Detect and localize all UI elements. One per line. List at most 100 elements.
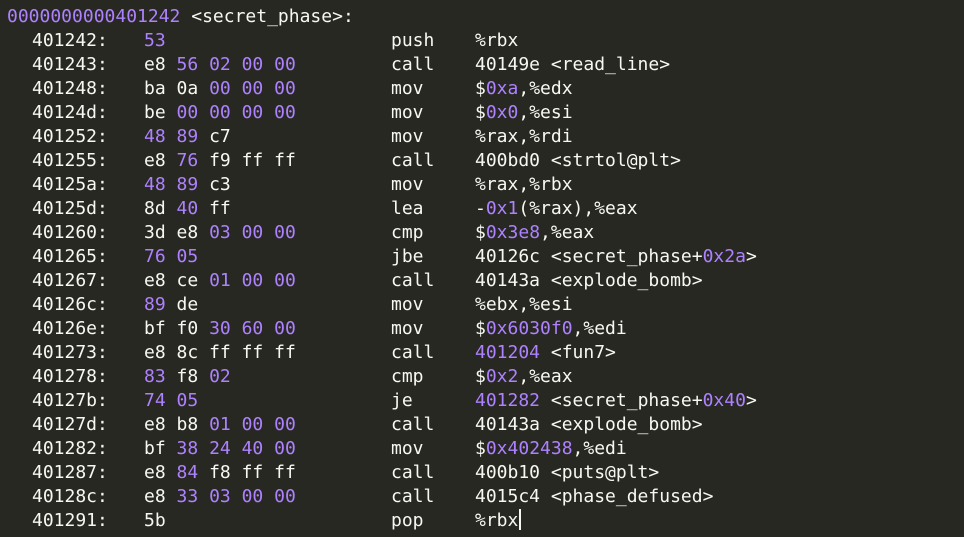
instruction-bytes: 53 (144, 29, 400, 53)
instruction-address: 401273: (32, 342, 108, 363)
instruction-row[interactable]: 40127b: 74 05 je 401282 <secret_phase+0x40> (0, 389, 964, 413)
byte: 48 (144, 174, 166, 195)
instruction-operands: 400bd0 <strtol@plt> (475, 149, 681, 173)
instruction-row[interactable]: 40125d: 8d 40 ff lea -0x1(%rax),%eax (0, 197, 964, 221)
instruction-row[interactable]: 401287: e8 84 f8 ff ff call 400b10 <puts@pl… (0, 461, 964, 485)
instruction-operands: $0x3e8,%eax (475, 221, 594, 245)
instruction-address: 401278: (32, 366, 108, 387)
byte: ff (274, 462, 296, 483)
operand-token: 400bd0 <strtol@plt> (475, 150, 681, 171)
byte: 76 (176, 150, 199, 171)
byte: e8 (176, 222, 199, 243)
instruction-operands: $0xa,%edx (475, 77, 573, 101)
instruction-row[interactable]: 401265: 76 05 jbe 40126c <secret_phase+0x2a… (0, 245, 964, 269)
byte: f8 (176, 366, 199, 387)
instruction-row[interactable]: 401267: e8 ce 01 00 00 call 40143a <explode… (0, 269, 964, 293)
instruction-row[interactable]: 401252: 48 89 c7 mov %rax,%rdi (0, 125, 964, 149)
byte: f0 (176, 318, 199, 339)
byte: 00 (241, 102, 264, 123)
instruction-row[interactable]: 401273: e8 8c ff ff ff call 401204 <fun7> (0, 341, 964, 365)
byte: ba (144, 78, 166, 99)
instruction-operands: $0x6030f0,%edi (475, 317, 627, 341)
instruction-mnemonic: call (391, 270, 435, 291)
byte: 00 (274, 270, 296, 291)
function-address: 0000000000401242 (7, 6, 181, 27)
instruction-row[interactable]: 401242: 53 push %rbx (0, 29, 964, 53)
instruction-bytes: 48 89 c3 (144, 173, 400, 197)
instruction-row[interactable]: 40126c: 89 de mov %ebx,%esi (0, 293, 964, 317)
instruction-bytes: ba 0a 00 00 00 (144, 77, 400, 101)
operand-token: 0xa (485, 78, 519, 99)
byte: 03 (209, 222, 231, 243)
byte: 00 (274, 102, 296, 123)
byte: 53 (144, 30, 166, 51)
instruction-bytes: e8 56 02 00 00 (144, 53, 400, 77)
operand-token: ,%edx (518, 78, 573, 99)
operand-token: (%rax),%eax (518, 198, 638, 219)
instruction-row[interactable]: 401248: ba 0a 00 00 00 mov $0xa,%edx (0, 77, 964, 101)
instruction-row[interactable]: 40127d: e8 b8 01 00 00 call 40143a <explode… (0, 413, 964, 437)
function-header: 0000000000401242 <secret_phase>: (0, 5, 964, 29)
instruction-mnemonic: mov (391, 174, 424, 195)
operand-token: ,%esi (518, 102, 573, 123)
instruction-bytes: bf 38 24 40 00 (144, 437, 400, 461)
instruction-row[interactable]: 40125a: 48 89 c3 mov %rax,%rbx (0, 173, 964, 197)
instruction-mnemonic: lea (391, 198, 424, 219)
byte: e8 (144, 270, 166, 291)
instruction-row[interactable]: 401278: 83 f8 02 cmp $0x2,%eax (0, 365, 964, 389)
byte: 38 (176, 438, 199, 459)
instruction-address: 401265: (32, 246, 108, 267)
operand-token: 0x3e8 (485, 222, 541, 243)
byte: ff (241, 462, 264, 483)
instruction-row[interactable]: 40128c: e8 33 03 00 00 call 4015c4 <phase_d… (0, 485, 964, 509)
byte: 83 (144, 366, 166, 387)
instruction-mnemonic: cmp (391, 222, 424, 243)
instruction-address: 401255: (32, 150, 108, 171)
instruction-row[interactable]: 40126e: bf f0 30 60 00 mov $0x6030f0,%edi (0, 317, 964, 341)
instruction-address: 401282: (32, 438, 108, 459)
byte: 00 (209, 102, 231, 123)
byte: 00 (274, 414, 296, 435)
instruction-mnemonic: call (391, 342, 435, 363)
byte: 00 (274, 486, 296, 507)
instruction-bytes: e8 84 f8 ff ff (144, 461, 400, 485)
byte: c3 (209, 174, 231, 195)
byte: e8 (144, 342, 166, 363)
byte: 01 (209, 414, 231, 435)
instruction-operands: 401204 <fun7> (475, 341, 616, 365)
byte: 8c (176, 342, 199, 363)
operand-token: 401282 (475, 390, 541, 411)
instruction-mnemonic: pop (391, 510, 424, 531)
operand-token: $ (475, 102, 486, 123)
byte: 89 (176, 126, 199, 147)
instruction-bytes: e8 76 f9 ff ff (144, 149, 400, 173)
operand-token: 0x0 (485, 102, 519, 123)
byte: 00 (274, 318, 296, 339)
instruction-address: 40128c: (32, 486, 108, 507)
instruction-row[interactable]: 401282: bf 38 24 40 00 mov $0x402438,%edi (0, 437, 964, 461)
operand-token: 0x402438 (485, 438, 573, 459)
instruction-bytes: be 00 00 00 00 (144, 101, 400, 125)
operand-token: ,%edi (572, 438, 627, 459)
byte: bf (144, 318, 166, 339)
byte: 00 (241, 486, 264, 507)
instruction-bytes: e8 b8 01 00 00 (144, 413, 400, 437)
instruction-operands: 4015c4 <phase_defused> (475, 485, 713, 509)
instruction-address: 401267: (32, 270, 108, 291)
byte: 03 (209, 486, 231, 507)
operand-token: 0x40 (702, 390, 746, 411)
instruction-row[interactable]: 401243: e8 56 02 00 00 call 40149e <read_li… (0, 53, 964, 77)
byte: 05 (176, 246, 199, 267)
instruction-bytes: 89 de (144, 293, 400, 317)
instruction-row[interactable]: 401255: e8 76 f9 ff ff call 400bd0 <strtol@… (0, 149, 964, 173)
instruction-mnemonic: mov (391, 126, 424, 147)
byte: ce (176, 270, 199, 291)
operand-token: %rbx (475, 30, 519, 51)
byte: 40 (176, 198, 199, 219)
instruction-row[interactable]: 401260: 3d e8 03 00 00 cmp $0x3e8,%eax (0, 221, 964, 245)
operand-token: $ (475, 222, 486, 243)
byte: 00 (176, 102, 199, 123)
instruction-row[interactable]: 40124d: be 00 00 00 00 mov $0x0,%esi (0, 101, 964, 125)
disassembly-editor[interactable]: 0000000000401242 <secret_phase>: 401242:… (0, 0, 964, 537)
instruction-row[interactable]: 401291: 5b pop %rbx (0, 509, 964, 533)
